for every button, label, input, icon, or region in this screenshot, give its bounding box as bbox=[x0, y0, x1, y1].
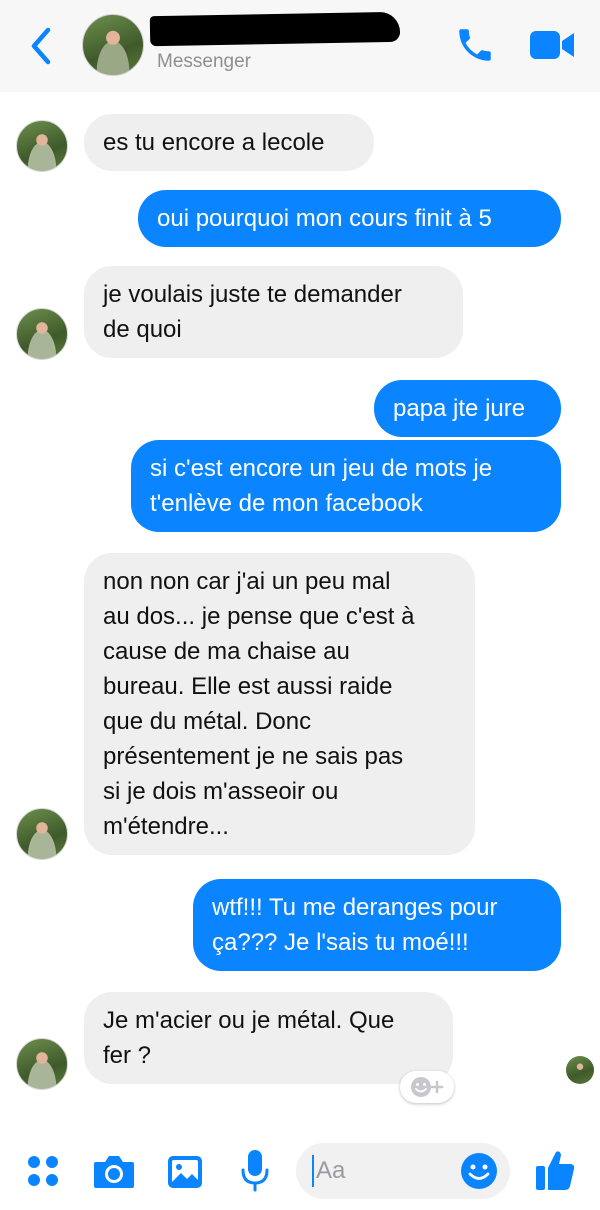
sender-avatar bbox=[16, 808, 68, 860]
phone-icon[interactable] bbox=[454, 24, 496, 66]
contact-avatar[interactable] bbox=[82, 14, 144, 76]
sender-avatar bbox=[16, 1038, 68, 1090]
outgoing-message[interactable]: papa jte jure bbox=[374, 380, 561, 437]
apps-grid-icon[interactable] bbox=[26, 1154, 60, 1188]
back-chevron-icon[interactable] bbox=[26, 24, 60, 68]
header-subtitle: Messenger bbox=[157, 51, 251, 72]
outgoing-message[interactable]: oui pourquoi mon cours finit à 5 bbox=[138, 190, 561, 247]
incoming-message[interactable]: es tu encore a lecole bbox=[84, 114, 374, 171]
conversation-header: Messenger bbox=[0, 0, 600, 92]
message-input-container bbox=[296, 1143, 510, 1199]
incoming-message[interactable]: non non car j'ai un peu mal au dos... je… bbox=[84, 553, 475, 855]
composer-bar bbox=[0, 1130, 600, 1210]
seen-receipt-avatar bbox=[566, 1056, 594, 1084]
redacted-contact-name bbox=[149, 11, 401, 47]
emoji-icon[interactable] bbox=[460, 1152, 498, 1190]
outgoing-message[interactable]: si c'est encore un jeu de mots je t'enlè… bbox=[131, 440, 561, 532]
add-reaction-icon[interactable] bbox=[400, 1071, 454, 1103]
incoming-message[interactable]: je voulais juste te demander de quoi bbox=[84, 266, 463, 358]
microphone-icon[interactable] bbox=[240, 1148, 270, 1194]
message-input[interactable] bbox=[312, 1155, 456, 1187]
video-camera-icon[interactable] bbox=[528, 28, 576, 62]
sender-avatar bbox=[16, 120, 68, 172]
outgoing-message[interactable]: wtf!!! Tu me deranges pour ça??? Je l'sa… bbox=[193, 879, 561, 971]
incoming-message[interactable]: Je m'acier ou je métal. Que fer ? bbox=[84, 992, 453, 1084]
sender-avatar bbox=[16, 308, 68, 360]
thumbs-up-icon[interactable] bbox=[534, 1148, 576, 1192]
camera-icon[interactable] bbox=[92, 1152, 136, 1190]
photo-icon[interactable] bbox=[166, 1154, 204, 1190]
